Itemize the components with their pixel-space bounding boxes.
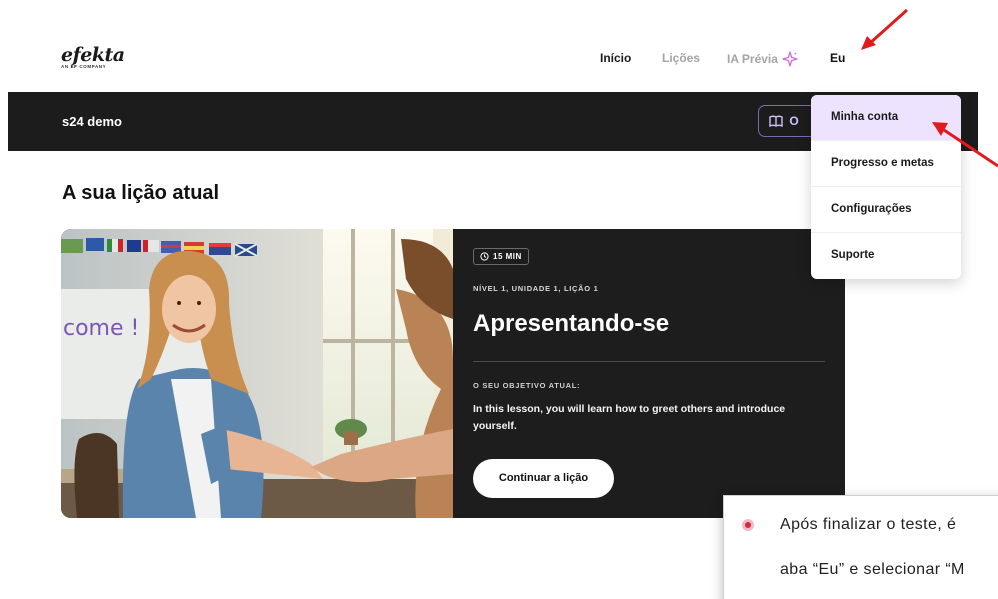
course-name: s24 demo: [62, 114, 122, 129]
sparkle-icon: [782, 51, 798, 67]
efekta-logo[interactable]: efekta AN EF COMPANY: [61, 44, 125, 69]
continue-lesson-button[interactable]: Continuar a lição: [473, 459, 614, 498]
section-title: A sua lição atual: [62, 182, 220, 204]
objective-label: O SEU OBJETIVO ATUAL:: [473, 381, 581, 390]
nav-eu[interactable]: Eu: [830, 51, 845, 65]
divider: [473, 361, 825, 362]
lesson-photo: come !: [61, 229, 453, 518]
photo-wall-text: come !: [63, 316, 139, 341]
menu-item-progresso-metas[interactable]: Progresso e metas: [811, 141, 961, 187]
book-button[interactable]: O: [758, 105, 818, 137]
menu-item-configuracoes[interactable]: Configurações: [811, 187, 961, 233]
lesson-level: NÍVEL 1, UNIDADE 1, LIÇÃO 1: [473, 284, 599, 293]
annotation-box: Após finalizar o teste, é aba “Eu” e sel…: [723, 495, 998, 599]
duration-text: 15 MIN: [493, 252, 522, 261]
book-button-label: O: [789, 114, 799, 128]
duration-badge: 15 MIN: [473, 248, 529, 265]
annotation-line-2: aba “Eu” e selecionar “M: [780, 561, 965, 578]
book-icon: [769, 115, 783, 128]
lesson-info: 15 MIN NÍVEL 1, UNIDADE 1, LIÇÃO 1 Apres…: [453, 229, 845, 518]
nav-inicio[interactable]: Início: [600, 51, 631, 65]
top-navigation: efekta AN EF COMPANY Início Lições IA Pr…: [0, 0, 998, 92]
logo-wordmark: efekta: [61, 44, 125, 66]
account-dropdown-menu: Minha conta Progresso e metas Configuraç…: [811, 95, 961, 279]
objective-text: In this lesson, you will learn how to gr…: [473, 403, 786, 432]
nav-ia-previa-label: IA Prévia: [727, 52, 778, 66]
bullet-icon: [742, 519, 754, 531]
nav-ia-previa[interactable]: IA Prévia: [727, 51, 798, 67]
menu-item-minha-conta[interactable]: Minha conta: [811, 95, 961, 141]
menu-item-suporte[interactable]: Suporte: [811, 233, 961, 279]
annotation-line-1: Após finalizar o teste, é: [780, 516, 957, 533]
lesson-card[interactable]: come ! 15 MIN NÍVEL 1, UNIDADE 1, LIÇÃO …: [61, 229, 845, 518]
clock-icon: [480, 252, 489, 261]
lesson-title: Apresentando-se: [473, 310, 670, 337]
nav-licoes[interactable]: Lições: [662, 51, 700, 65]
